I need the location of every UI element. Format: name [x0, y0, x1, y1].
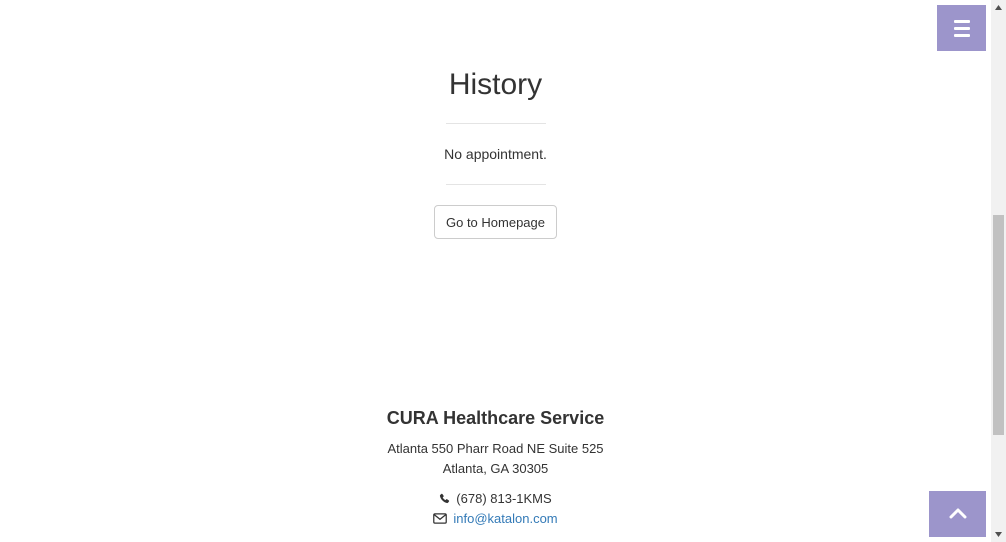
divider-top	[446, 123, 546, 124]
history-title: History	[448, 68, 543, 101]
email-link[interactable]: info@katalon.com	[453, 511, 557, 526]
scroll-up-arrow[interactable]	[991, 0, 1006, 15]
envelope-icon	[433, 513, 448, 524]
scrollbar-thumb[interactable]	[993, 215, 1004, 435]
footer-company-name: CURA Healthcare Service	[386, 408, 605, 428]
phone-number: (678) 813-1KMS	[456, 491, 552, 506]
menu-toggle-button[interactable]	[937, 5, 986, 51]
footer-email: info@katalon.com	[0, 511, 991, 526]
bars-icon-line	[953, 33, 970, 37]
vertical-scrollbar[interactable]	[991, 0, 1006, 542]
footer-address-line1: Atlanta 550 Pharr Road NE Suite 525	[387, 441, 604, 456]
empty-history-message: No appointment.	[444, 146, 547, 162]
go-to-homepage-button[interactable]: Go to Homepage	[434, 205, 557, 239]
chevron-up-icon	[949, 507, 967, 522]
footer-phone: (678) 813-1KMS	[0, 491, 991, 506]
phone-icon	[439, 493, 450, 504]
scroll-to-top-button[interactable]	[929, 491, 986, 537]
bars-icon	[953, 19, 970, 23]
footer-address-line2: Atlanta, GA 30305	[442, 461, 549, 476]
divider-bottom	[446, 184, 546, 185]
scroll-down-arrow[interactable]	[991, 527, 1006, 542]
bars-icon-line	[953, 26, 970, 30]
page-viewport: History No appointment. Go to Homepage C…	[0, 0, 991, 542]
